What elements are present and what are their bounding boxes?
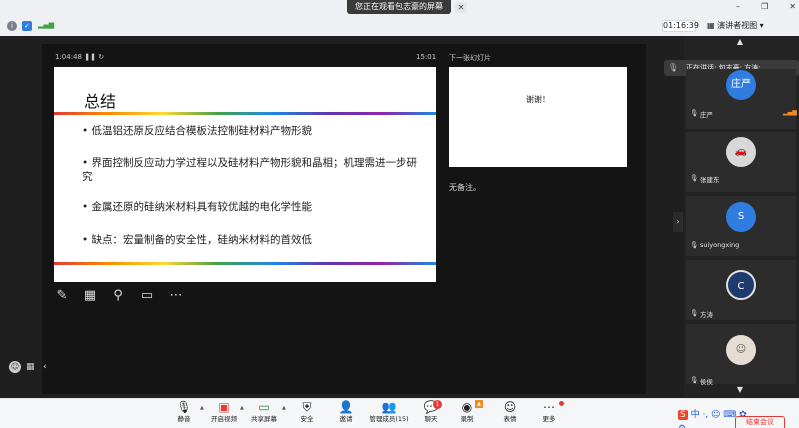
avatar: 庄严 [726, 70, 756, 100]
screen-icon[interactable]: ▭ [139, 287, 155, 305]
presenter-view-label: 演讲者视图 [717, 21, 758, 30]
chat-badge: 1 [433, 400, 442, 409]
chevron-up-icon[interactable]: ▲ [282, 405, 288, 411]
mic-icon: 🎙 [176, 400, 192, 414]
participant-name: 侯侯 [700, 378, 713, 386]
participant-name: 张建东 [700, 176, 720, 184]
layout-icon[interactable]: ▦ [26, 361, 36, 373]
window-close-button[interactable]: ✕ [789, 2, 796, 12]
slide-bullet: • 缺点：宏量制备的安全性，硅纳米材料的首效低 [82, 234, 313, 246]
avatar: ☺ [726, 335, 756, 365]
avatar: 🚗 [726, 137, 756, 167]
participant-name: 方涛 [700, 311, 713, 319]
rainbow-divider [54, 112, 436, 115]
record-badge: ▲ [475, 400, 483, 408]
emoji-icon: ☺ [503, 400, 517, 414]
chevron-down-icon[interactable]: ▼ [734, 385, 746, 395]
reactions-button[interactable]: ☺ 表情 [493, 400, 527, 426]
emoji-icon[interactable]: ☺ [9, 361, 21, 373]
invite-button[interactable]: 👤 邀请 [329, 400, 363, 426]
window-controls: – ❐ ✕ [736, 2, 796, 12]
chat-button[interactable]: 💬 聊天 [414, 400, 448, 426]
sogou-icon: S [678, 410, 688, 420]
add-user-icon: 👤 [338, 400, 354, 414]
participant-name: 庄严 [700, 111, 713, 119]
manage-members-button[interactable]: 👥 管理成员(15) [367, 400, 411, 426]
mic-icon: 🎙 [690, 376, 699, 384]
signal-icon: ▂▄▆ [783, 109, 797, 116]
pen-icon[interactable]: ✎ [54, 287, 70, 305]
zoom-icon[interactable]: ⚲ [110, 287, 126, 305]
signal-icon: ▂▄▆ [38, 21, 55, 29]
security-button[interactable]: ⛨ 安全 [290, 400, 324, 426]
mic-icon: 🎙 [690, 309, 699, 317]
members-icon: 👥 [381, 400, 397, 414]
rainbow-divider [54, 262, 436, 265]
close-icon[interactable]: ✕ [455, 2, 467, 13]
chevron-left-icon[interactable]: ‹ [43, 361, 51, 373]
slide-bullet: • 界面控制反应动力学过程以及硅材料产物形貌和晶相；机理需进一步研究 [82, 157, 418, 183]
start-video-button[interactable]: ▣ 开启视频 [207, 400, 241, 426]
info-icon[interactable]: i [7, 21, 17, 31]
mic-icon: 🎙 [690, 174, 699, 182]
presenter-view-button[interactable]: ▦ 演讲者视图 ▾ [707, 19, 773, 33]
restore-button[interactable]: ❐ [761, 2, 768, 12]
meeting-timer: 01:16:39 [662, 20, 699, 32]
next-slide-label: 下一张幻灯片 [449, 54, 491, 62]
pause-icon[interactable]: ❚❚ [84, 53, 96, 61]
elapsed-time: 1:04:48 ❚❚ ↻ [55, 53, 105, 61]
chevron-down-icon: ▾ [757, 21, 764, 30]
avatar: S [726, 202, 756, 232]
slides-grid-icon[interactable]: ▦ [82, 287, 98, 305]
minimize-button[interactable]: – [736, 2, 740, 12]
slide-title: 总结 [84, 92, 117, 111]
share-banner: 您正在观看包志豪的屏幕 [347, 0, 451, 14]
share-screen-button[interactable]: ▭ 共享屏幕 [247, 400, 281, 426]
slide-bullet: • 低温铝还原反应结合模板法控制硅材料产物形貌 [82, 125, 313, 137]
reset-icon[interactable]: ↻ [98, 53, 104, 61]
chevron-up-icon[interactable]: ▲ [240, 405, 246, 411]
video-off-icon: ▣ [218, 400, 230, 414]
meeting-window: 您正在观看包志豪的屏幕 ✕ i ✓ ▂▄▆ – ❐ ✕ 01:16:39 ▦ 演… [0, 0, 799, 428]
share-screen-icon: ▭ [258, 400, 270, 414]
mute-button[interactable]: 🎙 静音 [167, 400, 201, 426]
avatar: C [726, 270, 756, 300]
shield-icon: ⛨ [302, 400, 312, 414]
next-slide-text: 谢谢！ [526, 95, 550, 104]
mic-icon: 🎙 [690, 109, 699, 117]
speaker-notes: 无备注。 [449, 183, 481, 192]
grid-icon: ▦ [707, 21, 718, 30]
collapse-sidebar-button[interactable]: › [673, 212, 683, 232]
more-options-icon[interactable]: ⋯ [168, 287, 184, 305]
chevron-up-icon[interactable]: ▲ [200, 405, 206, 411]
chat-icon: 💬 [423, 400, 439, 414]
chevron-up-icon[interactable]: ▲ [734, 37, 746, 47]
end-meeting-button[interactable]: 结束会议 [735, 416, 785, 428]
current-time: 15:01 [416, 53, 437, 61]
mic-icon: 🎙 [690, 241, 699, 249]
shield-icon[interactable]: ✓ [22, 21, 32, 31]
notification-dot [559, 401, 564, 406]
mic-icon: 🎙 [668, 63, 679, 72]
slide-bullet: • 金属还原的硅纳米材料具有较优越的电化学性能 [82, 201, 313, 213]
next-slide-preview[interactable] [449, 67, 627, 167]
participant-name: suiyongxing [700, 241, 740, 249]
